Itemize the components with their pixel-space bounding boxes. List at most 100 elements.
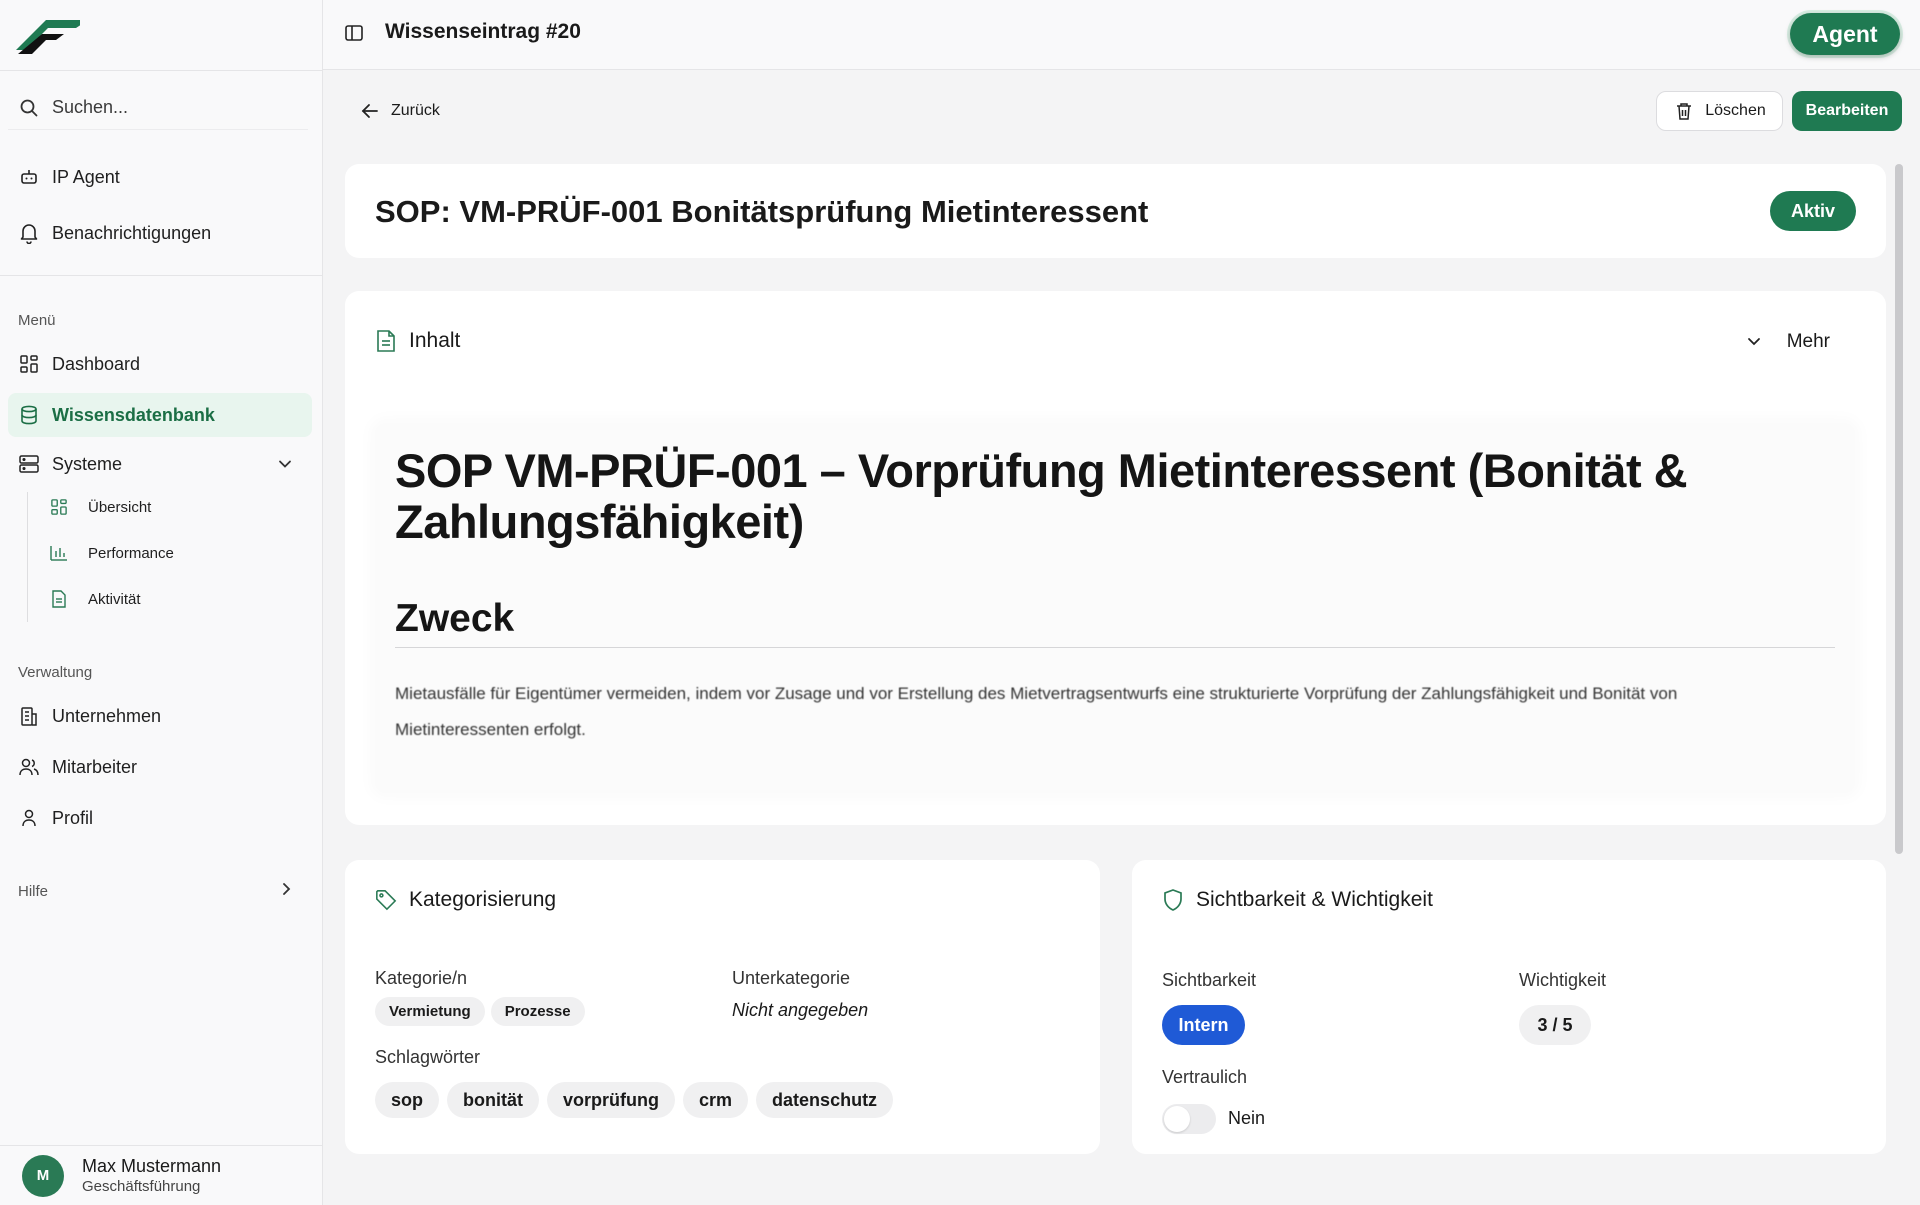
arrow-left-icon (359, 100, 381, 122)
sidebar-item-label: Systeme (52, 453, 123, 474)
sidebar-item-knowledge-base[interactable]: Wissensdatenbank (8, 393, 312, 437)
sidebar-item-company[interactable]: Unternehmen (8, 694, 312, 738)
submenu-line (27, 492, 28, 622)
user-role: Geschäftsführung (82, 1177, 201, 1195)
sidebar: IP Agent Benachrichtigungen Menü Dashboa… (0, 0, 323, 1205)
chevron-right-icon (282, 882, 292, 900)
bell-icon (18, 222, 40, 244)
sidebar-item-label: Hilfe (18, 882, 49, 900)
visibility-header: Sichtbarkeit & Wichtigkeit (1162, 888, 1433, 912)
tag-chip: bonität (447, 1082, 540, 1118)
sidebar-item-help[interactable]: Hilfe (8, 869, 312, 913)
section-label-menu: Menü (18, 312, 56, 329)
category-chip: Vermietung (375, 997, 485, 1026)
trash-icon (1673, 100, 1695, 122)
categories-label: Kategorie/n (375, 968, 468, 988)
shield-icon (1162, 889, 1184, 911)
category-chip: Prozesse (490, 997, 585, 1026)
document-heading: SOP VM-PRÜF-001 – Vorprüfung Mietinteres… (395, 444, 1688, 548)
visibility-card: Sichtbarkeit & Wichtigkeit Sichtbarkeit … (1132, 860, 1886, 1154)
delete-button[interactable]: Löschen (1656, 91, 1783, 131)
content-header-label: Inhalt (409, 329, 461, 352)
confidential-label: Vertraulich (1162, 1067, 1248, 1087)
sidebar-item-label: Benachrichtigungen (52, 222, 212, 243)
content-header: Inhalt (375, 329, 460, 353)
sidebar-item-label: Wissensdatenbank (52, 404, 215, 425)
more-label: Mehr (1786, 331, 1830, 352)
sidebar-item-ip-agent[interactable]: IP Agent (8, 155, 312, 199)
tag-icon (375, 889, 397, 911)
page-title: Wissenseintrag #20 (385, 20, 581, 43)
toggle-knob (1164, 1106, 1190, 1132)
sidebar-subitem-performance[interactable]: Performance (40, 533, 312, 573)
document-body: SOP VM-PRÜF-001 – Vorprüfung Mietinteres… (375, 423, 1855, 793)
importance-label: Wichtigkeit (1519, 970, 1607, 990)
database-icon (18, 404, 40, 426)
sidebar-subitem-label: Übersicht (88, 498, 152, 516)
document-subheading: Zweck (395, 597, 1835, 648)
sidebar-item-employees[interactable]: Mitarbeiter (8, 745, 312, 789)
file-text-icon (375, 330, 397, 352)
status-badge: Aktiv (1770, 191, 1856, 231)
layout-grid-icon (18, 353, 40, 375)
content-card: Inhalt Mehr SOP VM-PRÜF-001 – Vorprüfung… (345, 291, 1886, 825)
scrollbar[interactable] (1895, 164, 1903, 854)
user-profile[interactable]: M Max Mustermann Geschäftsführung (0, 1145, 323, 1205)
categorization-header: Kategorisierung (375, 888, 556, 912)
brand-logo[interactable] (12, 14, 80, 56)
user-name: Max Mustermann (82, 1155, 222, 1176)
bar-chart-icon (48, 542, 70, 564)
main-content: Zurück Löschen Bearbeiten SOP: VM-PRÜF-0… (323, 70, 1920, 1205)
back-label: Zurück (391, 102, 440, 119)
sidebar-item-label: Profil (52, 807, 94, 828)
visibility-badge: Intern (1162, 1005, 1245, 1045)
delete-label: Löschen (1705, 102, 1766, 119)
chevron-down-icon (1743, 331, 1765, 353)
document-paragraph: Mietausfälle für Eigentümer vermeiden, i… (395, 684, 1678, 739)
layout-grid-icon (48, 496, 70, 518)
visibility-header-label: Sichtbarkeit & Wichtigkeit (1196, 888, 1433, 911)
building-icon (18, 705, 40, 727)
avatar: M (22, 1154, 64, 1197)
sidebar-item-dashboard[interactable]: Dashboard (8, 342, 312, 386)
tag-chip: sop (375, 1082, 440, 1118)
file-text-icon (48, 588, 70, 610)
more-toggle[interactable]: Mehr (1743, 331, 1830, 353)
server-icon (18, 453, 40, 475)
chevron-down-icon[interactable] (278, 454, 292, 475)
agent-button[interactable]: Agent (1790, 13, 1900, 55)
confidential-value: Nein (1228, 1108, 1266, 1128)
search-icon (18, 97, 40, 119)
confidential-toggle[interactable] (1162, 1104, 1216, 1134)
back-button[interactable]: Zurück (359, 100, 440, 122)
sidebar-toggle-icon[interactable] (343, 22, 365, 49)
sidebar-subitem-label: Aktivität (88, 590, 141, 608)
sidebar-item-label: Unternehmen (52, 705, 162, 726)
sidebar-item-label: Dashboard (52, 353, 141, 374)
categorization-header-label: Kategorisierung (409, 888, 557, 911)
search-input[interactable] (52, 97, 292, 118)
bot-icon (18, 166, 40, 188)
edit-button[interactable]: Bearbeiten (1792, 91, 1902, 131)
sidebar-item-notifications[interactable]: Benachrichtigungen (8, 211, 312, 255)
search-box[interactable] (8, 86, 308, 130)
users-icon (18, 756, 40, 778)
sidebar-divider (0, 275, 323, 276)
sidebar-item-systeme[interactable]: Systeme (8, 442, 312, 486)
sidebar-item-label: Mitarbeiter (52, 756, 138, 777)
category-chips: Vermietung Prozesse (375, 997, 591, 1026)
sidebar-subitem-overview[interactable]: Übersicht (40, 487, 312, 527)
entry-title-card: SOP: VM-PRÜF-001 Bonitätsprüfung Mietint… (345, 164, 1886, 258)
sidebar-item-profile[interactable]: Profil (8, 796, 312, 840)
importance-badge: 3 / 5 (1519, 1005, 1591, 1045)
tag-chip: datenschutz (756, 1082, 894, 1118)
categorization-card: Kategorisierung Kategorie/n Vermietung P… (345, 860, 1100, 1154)
sidebar-subitem-activity[interactable]: Aktivität (40, 579, 312, 619)
sidebar-item-label: IP Agent (52, 166, 120, 187)
subcategory-label: Unterkategorie (732, 968, 851, 988)
entry-title: SOP: VM-PRÜF-001 Bonitätsprüfung Mietint… (375, 194, 1149, 229)
sidebar-subitem-label: Performance (88, 544, 174, 562)
tags-label: Schlagwörter (375, 1047, 481, 1067)
section-label-admin: Verwaltung (18, 664, 93, 681)
topbar: Wissenseintrag #20 Agent (323, 0, 1920, 70)
